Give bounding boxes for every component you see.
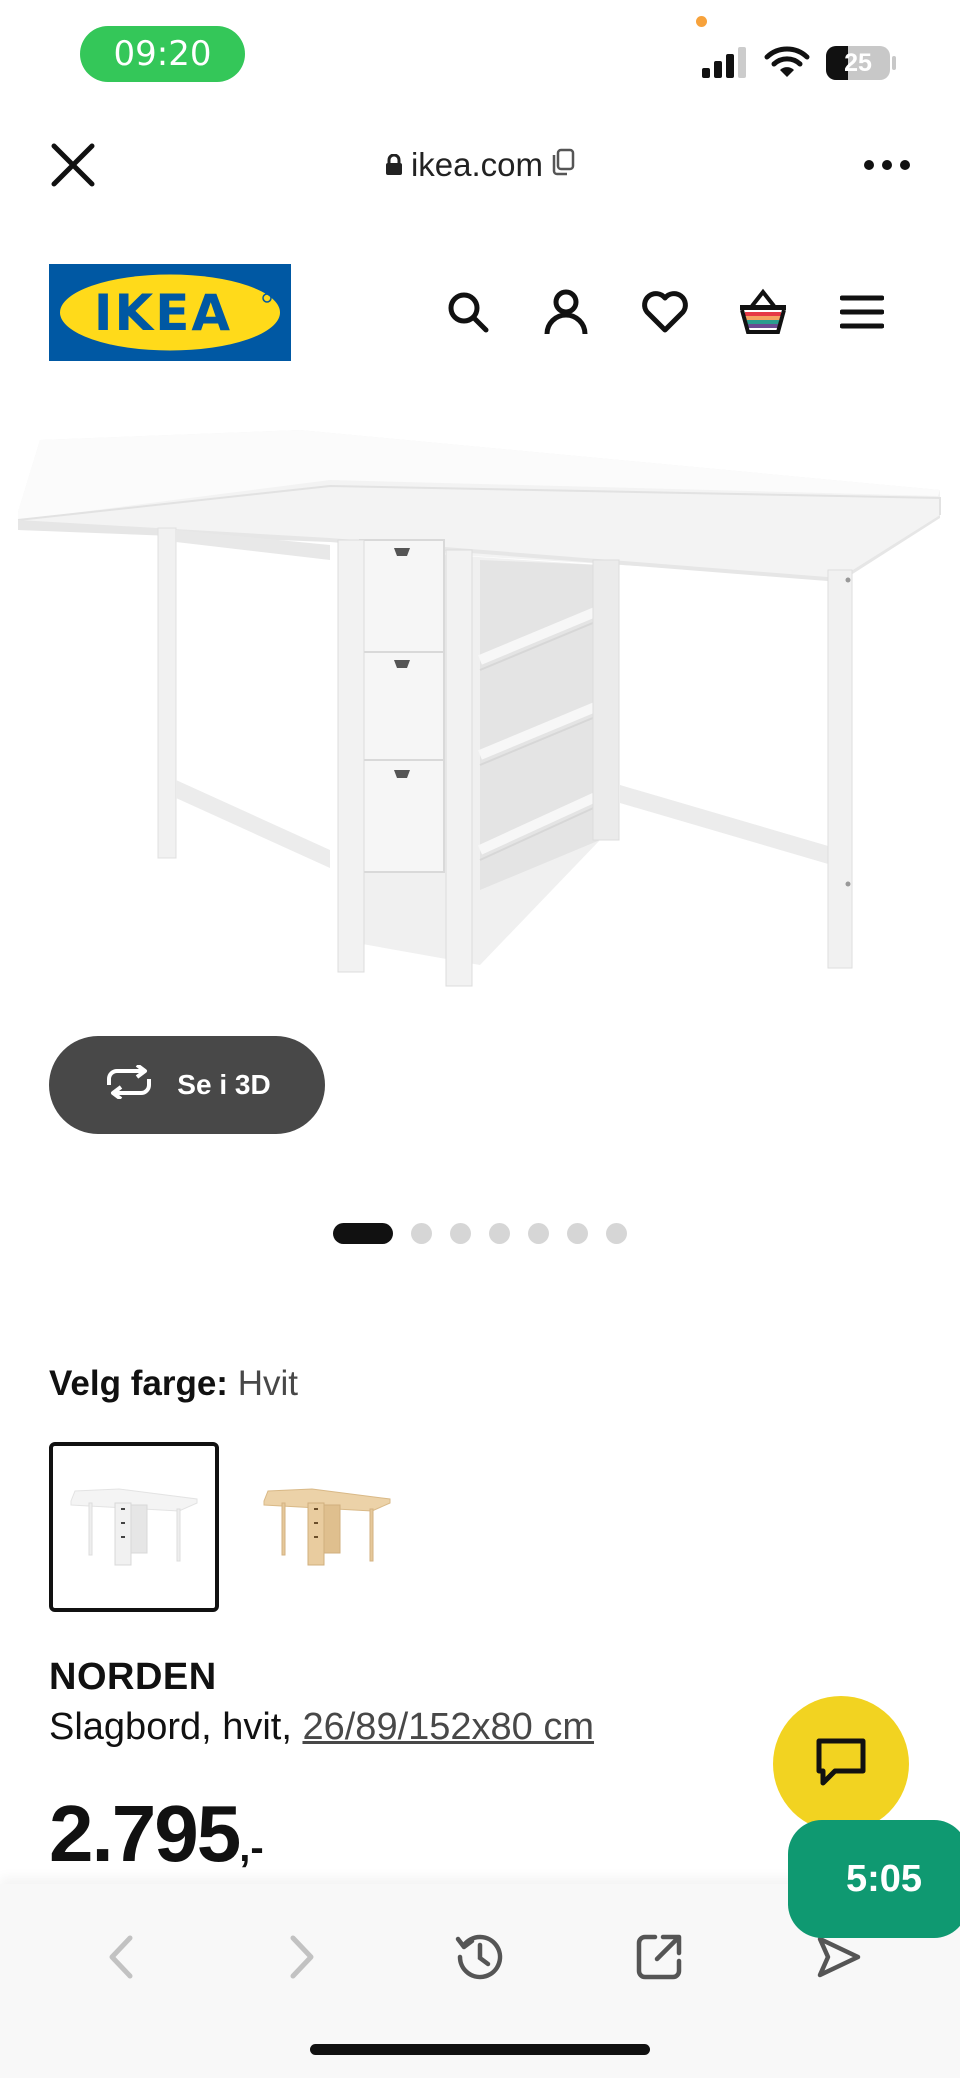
battery-indicator: 25 bbox=[826, 46, 890, 80]
color-label-prefix: Velg farge: bbox=[49, 1364, 228, 1403]
cellular-signal-icon bbox=[700, 44, 750, 85]
privacy-indicator-dot bbox=[696, 16, 707, 27]
status-time: 09:20 bbox=[80, 26, 245, 82]
forward-arrow-icon[interactable] bbox=[266, 1922, 336, 1992]
favorites-heart-icon[interactable] bbox=[637, 284, 693, 340]
history-icon[interactable] bbox=[445, 1922, 515, 1992]
color-option-birch[interactable] bbox=[242, 1442, 412, 1612]
image-carousel-pagination[interactable] bbox=[0, 1222, 960, 1244]
battery-cap bbox=[892, 56, 896, 70]
product-type: Slagbord, hvit, bbox=[49, 1706, 292, 1748]
shopping-bag-icon[interactable] bbox=[735, 284, 791, 340]
view-in-3d-button[interactable]: Se i 3D bbox=[49, 1036, 325, 1134]
wifi-icon bbox=[764, 44, 810, 85]
url-domain: ikea.com bbox=[410, 146, 544, 183]
product-price: 2.795,- bbox=[49, 1788, 264, 1880]
color-option-white[interactable] bbox=[49, 1442, 219, 1612]
product-image-gateleg-table[interactable] bbox=[0, 420, 960, 1010]
selected-color-value: Hvit bbox=[237, 1364, 298, 1403]
carousel-dot[interactable] bbox=[333, 1222, 393, 1244]
carousel-dot[interactable] bbox=[489, 1222, 510, 1244]
screen-time-timer[interactable]: 5:05 bbox=[788, 1820, 960, 1938]
carousel-dot[interactable] bbox=[567, 1222, 588, 1244]
product-description: Slagbord, hvit, 26/89/152x80 cm bbox=[49, 1706, 594, 1749]
price-suffix: ,- bbox=[239, 1826, 264, 1870]
ikea-logo[interactable]: IKEA bbox=[49, 264, 291, 361]
menu-hamburger-icon[interactable] bbox=[834, 284, 890, 340]
search-icon[interactable] bbox=[440, 284, 496, 340]
back-arrow-icon[interactable] bbox=[87, 1922, 157, 1992]
carousel-dot[interactable] bbox=[528, 1222, 549, 1244]
chat-bubble-icon bbox=[815, 1737, 867, 1792]
battery-level: 25 bbox=[844, 48, 872, 77]
logo-text: IKEA bbox=[94, 284, 232, 342]
color-picker-label: Velg farge: Hvit bbox=[49, 1364, 298, 1404]
view-in-3d-label: Se i 3D bbox=[177, 1069, 271, 1100]
carousel-dot[interactable] bbox=[450, 1222, 471, 1244]
carousel-dot[interactable] bbox=[606, 1222, 627, 1244]
more-options-icon[interactable] bbox=[862, 150, 912, 180]
customer-chat-button[interactable] bbox=[773, 1696, 909, 1832]
product-dimensions-link[interactable]: 26/89/152x80 cm bbox=[302, 1706, 594, 1748]
copy-icon[interactable] bbox=[551, 146, 575, 184]
lock-icon bbox=[385, 146, 403, 184]
home-indicator[interactable] bbox=[310, 2044, 650, 2055]
user-account-icon[interactable] bbox=[538, 284, 594, 340]
price-main: 2.795 bbox=[49, 1789, 241, 1878]
carousel-dot[interactable] bbox=[411, 1222, 432, 1244]
product-name: NORDEN bbox=[49, 1656, 217, 1698]
rotate-3d-icon bbox=[103, 1062, 155, 1106]
address-bar[interactable]: ikea.com bbox=[0, 140, 960, 190]
share-external-icon[interactable] bbox=[624, 1922, 694, 1992]
